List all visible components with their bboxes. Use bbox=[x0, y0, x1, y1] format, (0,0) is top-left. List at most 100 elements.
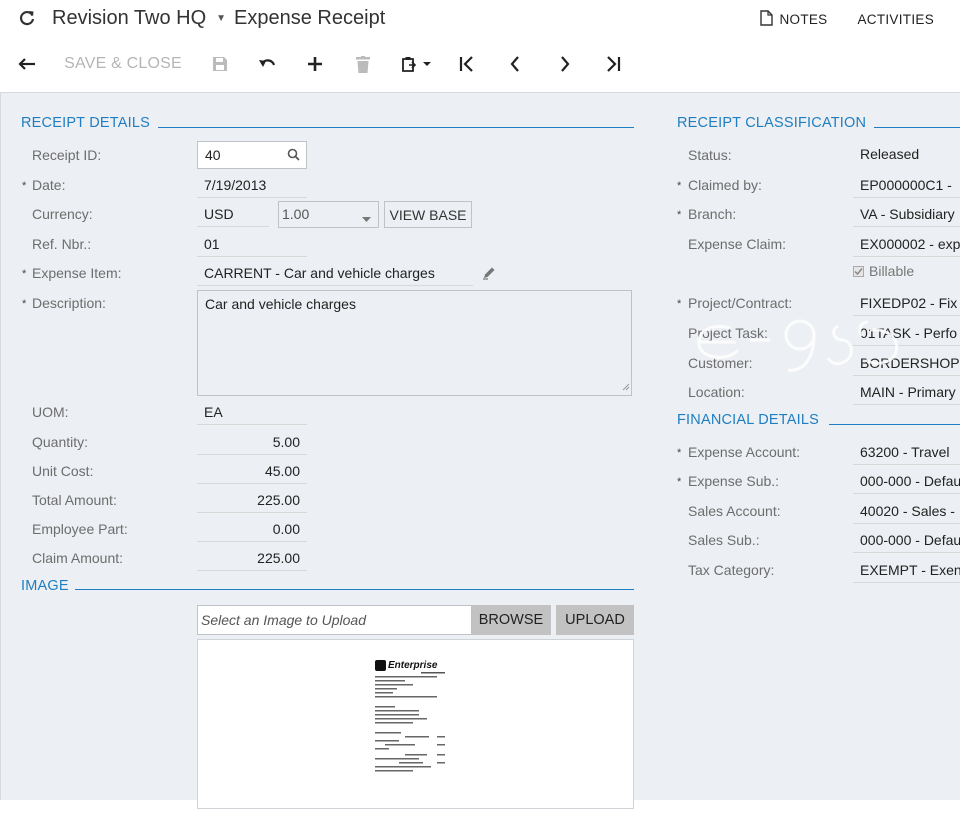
receipt-id-label: Receipt ID: bbox=[32, 147, 102, 163]
checkbox-checked-icon[interactable] bbox=[853, 265, 864, 277]
chevron-down-icon bbox=[362, 210, 371, 226]
financial-details-title: FINANCIAL DETAILS bbox=[677, 412, 819, 428]
project-task-field[interactable]: 01TASK - Perfo bbox=[853, 320, 960, 346]
section-divider bbox=[75, 589, 634, 590]
browse-button[interactable]: BROWSE bbox=[471, 605, 551, 635]
ref-nbr-label: Ref. Nbr.: bbox=[32, 236, 92, 252]
add-icon[interactable] bbox=[302, 49, 328, 79]
receipt-details-title: RECEIPT DETAILS bbox=[21, 115, 150, 131]
unit-cost-field[interactable]: 45.00 bbox=[197, 458, 307, 484]
status-value: Released bbox=[860, 146, 920, 162]
employee-part-label: Employee Part: bbox=[32, 521, 128, 537]
upload-placeholder: Select an Image to Upload bbox=[201, 612, 366, 628]
top-links: NOTES ACTIVITIES bbox=[760, 10, 934, 29]
document-icon bbox=[760, 10, 774, 29]
unit-cost-label: Unit Cost: bbox=[32, 463, 94, 479]
currency-label: Currency: bbox=[32, 206, 93, 222]
expense-item-label: Expense Item: bbox=[32, 265, 122, 281]
currency-rate-select[interactable]: 1.00 bbox=[278, 201, 379, 228]
location-label: Location: bbox=[688, 384, 745, 400]
expense-claim-field[interactable]: EX000002 - exp bbox=[853, 231, 960, 257]
billable-checkbox[interactable]: Billable bbox=[853, 263, 914, 279]
description-textarea[interactable]: Car and vehicle charges bbox=[197, 290, 632, 396]
company-selector[interactable]: Revision Two HQ bbox=[52, 7, 206, 30]
notes-button[interactable]: NOTES bbox=[760, 10, 827, 29]
project-contract-field[interactable]: FIXEDP02 - Fix bbox=[853, 290, 960, 316]
delete-icon[interactable] bbox=[350, 49, 376, 79]
activities-button[interactable]: ACTIVITIES bbox=[857, 10, 934, 29]
ref-nbr-field[interactable]: 01 bbox=[197, 231, 307, 257]
page-header: Revision Two HQ ▼ Expense Receipt NOTES … bbox=[0, 0, 960, 92]
employee-part-field[interactable]: 0.00 bbox=[197, 516, 307, 542]
branch-label: Branch: bbox=[688, 206, 737, 222]
uom-field[interactable]: EA bbox=[197, 399, 307, 425]
currency-rate-value: 1.00 bbox=[282, 206, 310, 222]
next-record-icon[interactable] bbox=[552, 49, 578, 79]
sales-sub-field[interactable]: 000-000 - Defau bbox=[853, 527, 960, 553]
company-dropdown-icon[interactable]: ▼ bbox=[216, 13, 226, 24]
expense-sub-field[interactable]: 000-000 - Defau bbox=[853, 468, 960, 494]
quantity-field[interactable]: 5.00 bbox=[197, 429, 307, 455]
edit-pencil-icon[interactable] bbox=[482, 266, 496, 283]
status-label: Status: bbox=[688, 147, 732, 163]
view-base-button[interactable]: VIEW BASE bbox=[384, 201, 472, 228]
expense-claim-label: Expense Claim: bbox=[688, 236, 787, 252]
expense-account-field[interactable]: 63200 - Travel bbox=[853, 439, 960, 465]
activities-label: ACTIVITIES bbox=[857, 12, 934, 27]
receipt-image-content: Enterprise bbox=[375, 660, 445, 814]
location-field[interactable]: MAIN - Primary bbox=[853, 379, 960, 405]
last-record-icon[interactable] bbox=[600, 49, 626, 79]
search-icon[interactable] bbox=[287, 148, 300, 164]
receipt-id-field[interactable]: 40 bbox=[197, 141, 307, 169]
refresh-icon[interactable] bbox=[16, 7, 38, 29]
expense-sub-label: Expense Sub.: bbox=[688, 473, 780, 489]
total-amount-field: 225.00 bbox=[197, 487, 307, 513]
undo-icon[interactable] bbox=[254, 49, 280, 79]
screen-title: Expense Receipt bbox=[234, 6, 386, 29]
required-marker: * bbox=[677, 447, 682, 459]
section-divider bbox=[158, 127, 634, 128]
project-task-label: Project Task: bbox=[688, 325, 768, 341]
quantity-label: Quantity: bbox=[32, 434, 89, 450]
previous-record-icon[interactable] bbox=[502, 49, 528, 79]
total-amount-label: Total Amount: bbox=[32, 492, 117, 508]
receipt-text-lines bbox=[375, 672, 445, 772]
claimed-by-field[interactable]: EP000000C1 - bbox=[853, 172, 960, 198]
expense-item-field[interactable]: CARRENT - Car and vehicle charges bbox=[197, 260, 473, 286]
resize-handle-icon[interactable] bbox=[622, 378, 630, 394]
sales-account-label: Sales Account: bbox=[688, 503, 781, 519]
uom-label: UOM: bbox=[32, 404, 69, 420]
back-arrow-icon[interactable] bbox=[14, 49, 40, 79]
description-label: Description: bbox=[32, 295, 106, 311]
sales-sub-label: Sales Sub.: bbox=[688, 532, 760, 548]
customer-label: Customer: bbox=[688, 355, 753, 371]
required-marker: * bbox=[677, 180, 682, 192]
clipboard-menu-icon[interactable] bbox=[398, 49, 438, 79]
project-contract-label: Project/Contract: bbox=[688, 295, 793, 311]
save-icon[interactable] bbox=[208, 49, 232, 79]
sales-account-field[interactable]: 40020 - Sales - bbox=[853, 498, 960, 524]
upload-button[interactable]: UPLOAD bbox=[556, 605, 634, 635]
section-divider bbox=[874, 127, 960, 128]
required-marker: * bbox=[677, 298, 682, 310]
branch-field[interactable]: VA - Subsidiary bbox=[853, 201, 960, 227]
expense-account-label: Expense Account: bbox=[688, 444, 801, 460]
date-field[interactable]: 7/19/2013 bbox=[197, 172, 307, 198]
claim-amount-field: 225.00 bbox=[197, 545, 307, 571]
tax-category-field[interactable]: EXEMPT - Exen bbox=[853, 557, 960, 583]
toolbar: SAVE & CLOSE bbox=[14, 48, 626, 80]
currency-field[interactable]: USD bbox=[197, 201, 269, 227]
required-marker: * bbox=[22, 298, 27, 310]
section-divider bbox=[829, 424, 960, 425]
image-upload-input[interactable]: Select an Image to Upload bbox=[197, 605, 472, 635]
billable-label: Billable bbox=[869, 263, 915, 279]
first-record-icon[interactable] bbox=[454, 49, 480, 79]
required-marker: * bbox=[677, 209, 682, 221]
save-close-button[interactable]: SAVE & CLOSE bbox=[64, 49, 182, 79]
receipt-id-value: 40 bbox=[205, 147, 221, 163]
claim-amount-label: Claim Amount: bbox=[32, 550, 124, 566]
image-section-title: IMAGE bbox=[21, 578, 69, 594]
customer-field[interactable]: BORDERSHOP bbox=[853, 350, 960, 376]
receipt-classification-title: RECEIPT CLASSIFICATION bbox=[677, 115, 867, 131]
required-marker: * bbox=[22, 180, 27, 192]
